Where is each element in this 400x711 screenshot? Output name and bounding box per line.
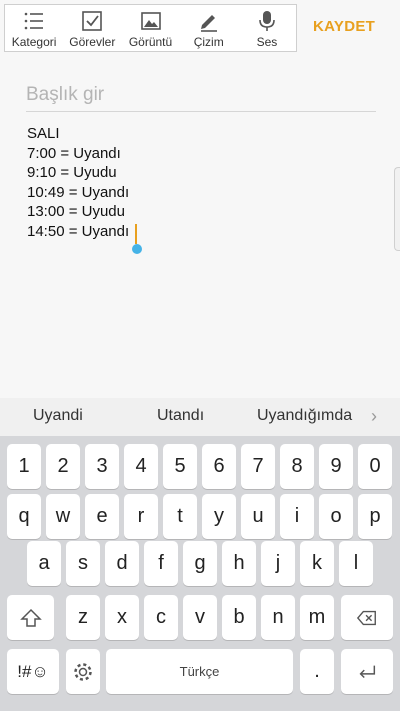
key-p[interactable]: p	[358, 494, 392, 539]
microphone-icon	[259, 11, 275, 31]
key-l[interactable]: l	[339, 541, 373, 586]
key-m[interactable]: m	[300, 595, 334, 640]
pen-icon	[200, 15, 217, 32]
key-j[interactable]: j	[261, 541, 295, 586]
key-h[interactable]: h	[222, 541, 256, 586]
backspace-key[interactable]	[341, 595, 393, 640]
note-line: 14:50 = Uyandı	[27, 222, 130, 240]
note-line: 9:10 = Uyudu	[27, 164, 117, 182]
key-k[interactable]: k	[300, 541, 334, 586]
key-w[interactable]: w	[46, 494, 80, 539]
key-y[interactable]: y	[202, 494, 236, 539]
key-o[interactable]: o	[319, 494, 353, 539]
toolbar-item-kategori[interactable]: Kategori	[5, 5, 63, 51]
note-line: 7:00 = Uyandı	[27, 144, 121, 162]
key-q[interactable]: q	[7, 494, 41, 539]
note-toolbar: Kategori Görevler Görüntü Çizim Ses	[4, 4, 297, 52]
shift-key[interactable]	[7, 595, 54, 640]
note-line: 13:00 = Uyudu	[27, 203, 125, 221]
save-button[interactable]: KAYDET	[313, 18, 375, 35]
key-d[interactable]: d	[105, 541, 139, 586]
settings-key[interactable]	[66, 649, 100, 694]
symbols-key[interactable]: !#☺	[7, 649, 59, 694]
key-u[interactable]: u	[241, 494, 275, 539]
toolbar-item-gorevler[interactable]: Görevler	[63, 5, 121, 51]
keyboard: 1 2 3 4 5 6 7 8 9 0 q w e r t y u i o p …	[0, 436, 400, 711]
key-9[interactable]: 9	[319, 444, 353, 489]
key-n[interactable]: n	[261, 595, 295, 640]
enter-key[interactable]	[341, 649, 393, 694]
key-c[interactable]: c	[144, 595, 178, 640]
key-i[interactable]: i	[280, 494, 314, 539]
suggestion-item[interactable]: Utandı	[157, 407, 204, 425]
chevron-right-icon[interactable]: ›	[371, 406, 377, 427]
cursor-handle[interactable]	[132, 244, 142, 254]
key-7[interactable]: 7	[241, 444, 275, 489]
key-v[interactable]: v	[183, 595, 217, 640]
toolbar-item-ses[interactable]: Ses	[238, 5, 296, 51]
toolbar-label-gorevler: Görevler	[69, 35, 116, 49]
note-line: 10:49 = Uyandı	[27, 183, 130, 201]
toolbar-label-ses: Ses	[256, 35, 278, 49]
key-f[interactable]: f	[144, 541, 178, 586]
space-key[interactable]: Türkçe	[106, 649, 293, 694]
key-2[interactable]: 2	[46, 444, 80, 489]
edge-panel-handle[interactable]	[394, 167, 400, 251]
text-cursor	[135, 224, 137, 244]
key-r[interactable]: r	[124, 494, 158, 539]
note-line: SALI	[27, 125, 60, 142]
key-1[interactable]: 1	[7, 444, 41, 489]
key-t[interactable]: t	[163, 494, 197, 539]
suggestion-bar: Uyandi Utandı Uyandığımda ›	[0, 398, 400, 436]
key-s[interactable]: s	[66, 541, 100, 586]
shift-arrow-icon	[19, 608, 42, 627]
key-4[interactable]: 4	[124, 444, 158, 489]
enter-arrow-icon	[359, 665, 376, 678]
key-6[interactable]: 6	[202, 444, 236, 489]
key-z[interactable]: z	[66, 595, 100, 640]
backspace-icon	[356, 610, 376, 625]
image-icon	[140, 12, 161, 30]
suggestion-item[interactable]: Uyandığımda	[257, 407, 352, 425]
key-e[interactable]: e	[85, 494, 119, 539]
key-b[interactable]: b	[222, 595, 256, 640]
period-key[interactable]: .	[300, 649, 334, 694]
checkbox-icon	[82, 11, 103, 31]
key-3[interactable]: 3	[85, 444, 119, 489]
toolbar-item-goruntu[interactable]: Görüntü	[121, 5, 179, 51]
suggestion-item[interactable]: Uyandi	[33, 407, 83, 425]
toolbar-label-goruntu: Görüntü	[128, 35, 173, 49]
note-body[interactable]: SALI 7:00 = Uyandı 9:10 = Uyudu 10:49 = …	[27, 124, 357, 242]
key-5[interactable]: 5	[163, 444, 197, 489]
gear-icon	[74, 662, 92, 681]
key-g[interactable]: g	[183, 541, 217, 586]
key-a[interactable]: a	[27, 541, 61, 586]
title-input[interactable]	[26, 78, 376, 112]
toolbar-label-cizim: Çizim	[193, 35, 224, 49]
key-x[interactable]: x	[105, 595, 139, 640]
key-0[interactable]: 0	[358, 444, 392, 489]
key-8[interactable]: 8	[280, 444, 314, 489]
category-list-icon	[24, 12, 44, 30]
toolbar-item-cizim[interactable]: Çizim	[180, 5, 238, 51]
toolbar-label-kategori: Kategori	[11, 35, 57, 49]
